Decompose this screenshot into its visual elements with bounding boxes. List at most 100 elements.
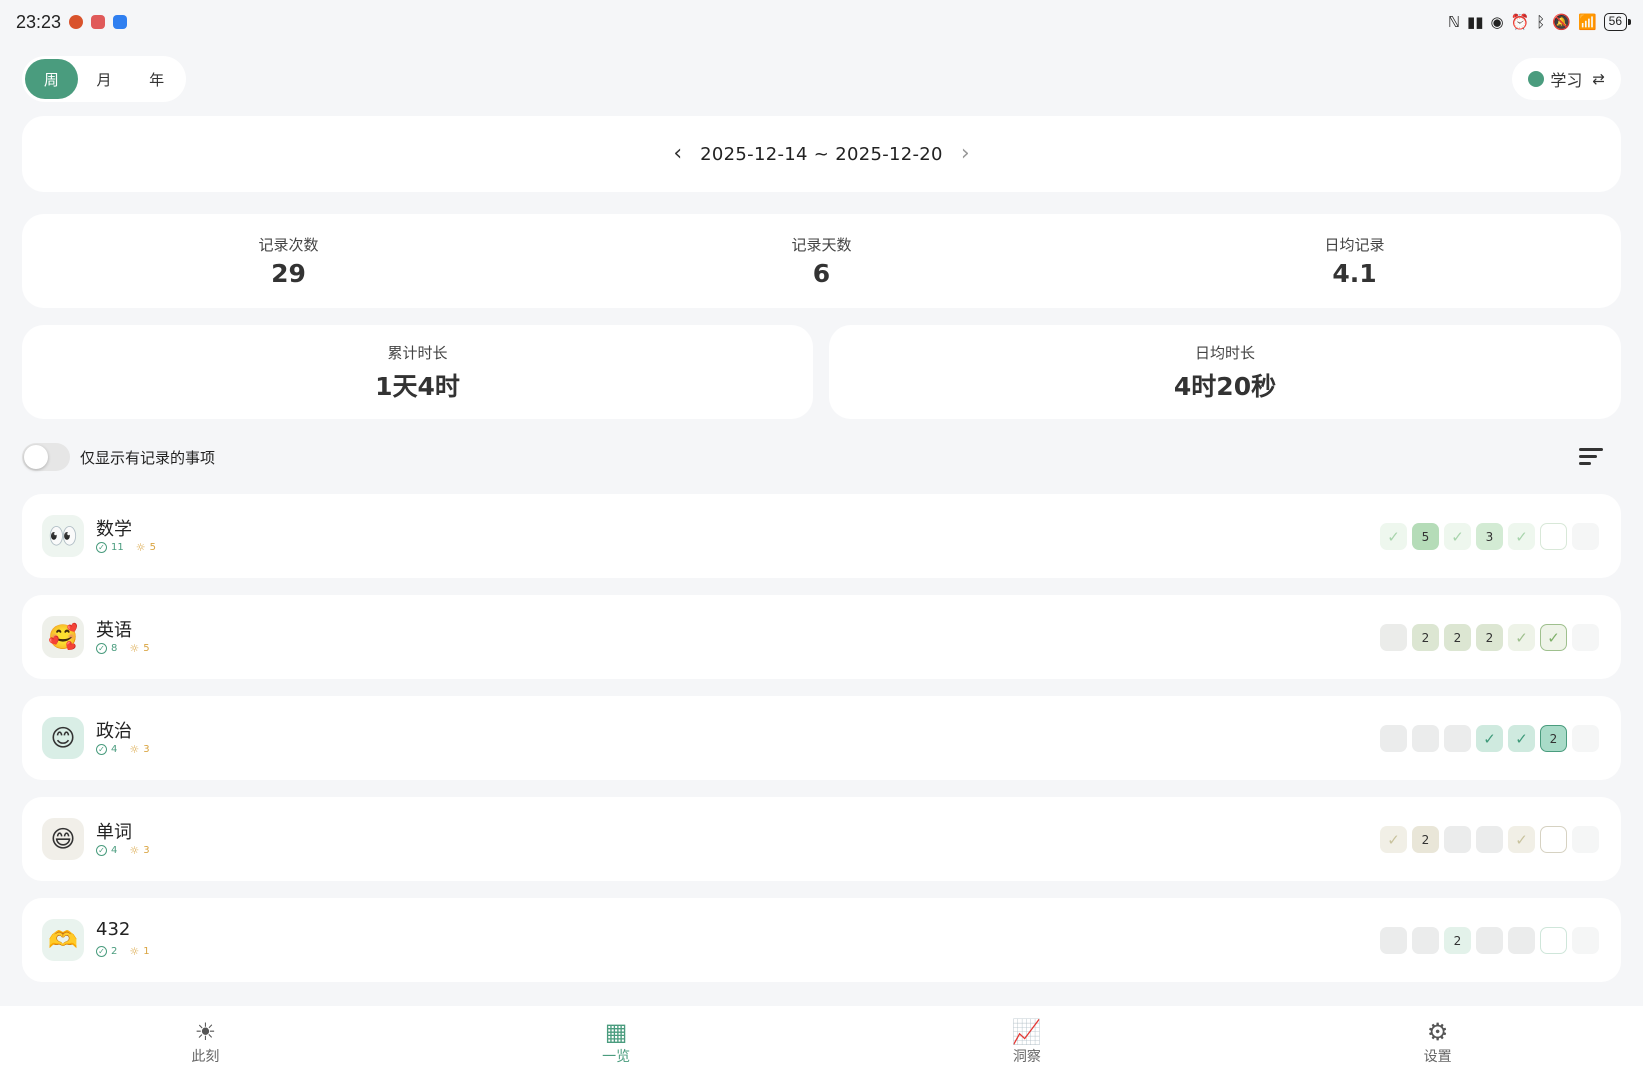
day-cell[interactable] [1540,927,1567,954]
tab-month[interactable]: 月 [78,59,131,99]
day-cell[interactable]: 2 [1476,624,1503,651]
day-cell[interactable]: ✓ [1540,624,1567,651]
day-cell[interactable]: 2 [1412,826,1439,853]
check-count-value: 11 [111,542,124,553]
day-cell[interactable] [1476,826,1503,853]
item-meta: ✓ 8 ☼ 5 [96,642,150,655]
app-notification-icon-2 [91,15,106,29]
day-cell[interactable] [1444,826,1471,853]
date-range-text[interactable]: 2025-12-14 ~ 2025-12-20 [700,144,943,165]
recorded-only-toggle[interactable] [22,443,70,471]
sun-icon: ☀ [194,1018,217,1046]
mute-icon: 🔕 [1552,12,1571,31]
category-switch-button[interactable]: 学习 ⇄ [1512,58,1621,100]
check-count: ✓ 11 [96,542,124,553]
day-cell[interactable] [1380,927,1407,954]
item-emoji-icon: 🫶 [42,919,84,961]
day-cell[interactable]: ✓ [1508,523,1535,550]
day-cell[interactable] [1572,624,1599,651]
item-title: 英语 [96,620,132,641]
day-cell[interactable] [1380,725,1407,752]
day-cell[interactable] [1572,826,1599,853]
day-cell[interactable] [1572,523,1599,550]
day-cell[interactable] [1412,725,1439,752]
day-cell[interactable]: ✓ [1508,826,1535,853]
item-emoji-icon: 😄 [42,818,84,860]
item-meta: ✓ 11 ☼ 5 [96,541,156,554]
item-title: 单词 [96,822,132,843]
day-cell[interactable] [1540,523,1567,550]
day-cell[interactable]: ✓ [1508,624,1535,651]
day-cell[interactable] [1412,927,1439,954]
sun-count-value: 5 [149,542,156,553]
day-cell[interactable]: ✓ [1380,523,1407,550]
item-row[interactable]: 👀 数学 ✓ 11 ☼ 5 ✓ 5 ✓ 3 ✓ [22,494,1621,578]
period-switch: 周 月 年 [22,56,186,102]
status-left: 23:23 [16,12,128,33]
day-cell[interactable]: 2 [1444,624,1471,651]
day-cell[interactable] [1476,927,1503,954]
item-meta: ✓ 4 ☼ 3 [96,743,150,756]
day-cell[interactable]: ✓ [1476,725,1503,752]
week-cells: 2 [1380,927,1599,954]
day-cell[interactable]: 2 [1412,624,1439,651]
day-cell[interactable] [1444,725,1471,752]
sun-count: ☼ 1 [129,945,149,958]
filter-toggle-wrap: 仅显示有记录的事项 [22,443,215,471]
check-circle-icon: ✓ [96,744,107,755]
next-period-icon[interactable]: › [961,143,970,165]
item-row[interactable]: 😄 单词 ✓ 4 ☼ 3 ✓ 2 ✓ [22,797,1621,881]
check-count: ✓ 4 [96,845,117,856]
sun-icon: ☼ [129,844,140,857]
wifi-icon: 📶 [1577,12,1597,31]
stats-card: 记录次数 29 记录天数 6 日均记录 4.1 [22,214,1621,308]
day-cell[interactable] [1380,624,1407,651]
tab-week[interactable]: 周 [25,59,78,99]
day-cell[interactable] [1572,725,1599,752]
stat-value: 1天4时 [375,371,460,401]
day-cell[interactable]: 5 [1412,523,1439,550]
gear-icon: ⚙ [1426,1018,1449,1046]
nav-now[interactable]: ☀ 此刻 [0,1006,411,1080]
day-cell[interactable] [1540,826,1567,853]
item-row[interactable]: 🥰 英语 ✓ 8 ☼ 5 2 2 2 ✓ ✓ [22,595,1621,679]
nav-label: 此刻 [191,1049,220,1065]
item-meta: ✓ 2 ☼ 1 [96,945,150,958]
item-title: 432 [96,919,131,940]
date-range-card: ‹ 2025-12-14 ~ 2025-12-20 › [22,116,1621,192]
category-label: 学习 [1550,71,1583,90]
day-cell[interactable]: ✓ [1380,826,1407,853]
stat-value: 4时20秒 [1173,371,1277,401]
sun-count-value: 3 [143,744,150,755]
check-circle-icon: ✓ [96,542,107,553]
item-emoji-icon: 😊 [42,717,84,759]
day-cell[interactable]: ✓ [1508,725,1535,752]
day-cell[interactable]: 2 [1540,725,1567,752]
day-cell[interactable]: ✓ [1444,523,1471,550]
prev-period-icon[interactable]: ‹ [673,143,682,165]
item-row[interactable]: 😊 政治 ✓ 4 ☼ 3 ✓ ✓ 2 [22,696,1621,780]
nav-label: 设置 [1423,1049,1452,1065]
day-cell[interactable] [1508,927,1535,954]
bottom-nav: ☀ 此刻 ▦ 一览 📈 洞察 ⚙ 设置 [0,1006,1643,1080]
item-emoji-icon: 👀 [42,515,84,557]
check-count-value: 8 [111,643,118,654]
day-cell[interactable]: 2 [1444,927,1471,954]
week-cells: ✓ 2 ✓ [1380,826,1599,853]
tab-year[interactable]: 年 [130,59,183,99]
nav-settings[interactable]: ⚙ 设置 [1232,1006,1643,1080]
day-cell[interactable]: 3 [1476,523,1503,550]
item-meta: ✓ 4 ☼ 3 [96,844,150,857]
check-circle-icon: ✓ [96,845,107,856]
item-row[interactable]: 🫶 432 ✓ 2 ☼ 1 2 [22,898,1621,982]
check-circle-icon: ✓ [96,643,107,654]
nav-overview[interactable]: ▦ 一览 [411,1006,822,1080]
sort-icon[interactable] [1579,445,1609,469]
sun-count: ☼ 3 [129,844,149,857]
book-icon: ▮▮ [1466,12,1484,31]
nav-insight[interactable]: 📈 洞察 [822,1006,1233,1080]
item-title: 数学 [96,519,132,540]
check-count: ✓ 4 [96,744,117,755]
stat-value: 6 [812,259,831,288]
day-cell[interactable] [1572,927,1599,954]
